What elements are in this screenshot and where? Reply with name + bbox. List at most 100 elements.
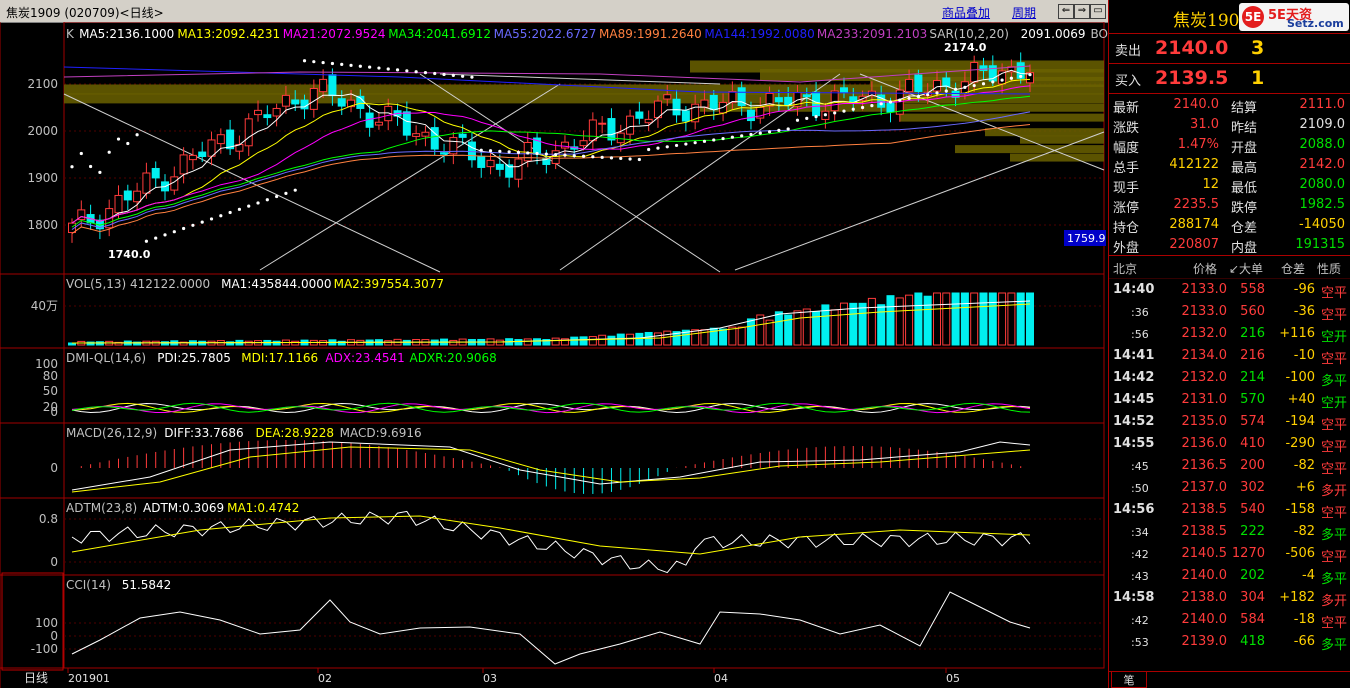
sar-dot: [740, 134, 744, 138]
tick-price: 2133.0: [1181, 282, 1228, 297]
tick-row[interactable]: :34 2138.5 222 -82 多平: [1109, 521, 1350, 543]
quote-value: 2142.0: [1299, 157, 1346, 172]
tick-row[interactable]: 14:56 2138.5 540 -158 空平: [1109, 499, 1350, 521]
volume-at-price-bar: [985, 128, 1104, 137]
sar-dot: [405, 69, 409, 73]
scroll-left-icon[interactable]: ⇐: [1058, 4, 1074, 19]
ticks-header-vol[interactable]: ↙大单: [1229, 260, 1263, 277]
ticks-header-price: 价格: [1193, 262, 1218, 276]
sar-dot: [879, 102, 883, 106]
chart-title: 焦炭1909 (020709)<日线>: [6, 6, 164, 20]
volume-bar: [616, 333, 625, 346]
sar-dot: [423, 71, 428, 75]
tick-row[interactable]: 14:40 2133.0 558 -96 空平: [1109, 279, 1350, 301]
dmi-axis-label: 50: [43, 384, 58, 398]
volume-bar: [719, 328, 728, 346]
tick-nature: 多平: [1320, 374, 1347, 389]
quote-value: 1982.5: [1299, 197, 1346, 212]
tick-row[interactable]: :42 2140.5 1270 -506 空平: [1109, 543, 1350, 565]
tick-volume: 216: [1240, 326, 1265, 341]
tick-nature: 空平: [1320, 440, 1347, 455]
candle-body: [635, 111, 644, 119]
tick-time: :56: [1131, 328, 1149, 341]
tick-row[interactable]: 14:52 2135.0 574 -194 空平: [1109, 411, 1350, 433]
candle-body: [839, 87, 848, 93]
quote-value: 2111.0: [1299, 97, 1346, 112]
logo-domain: Setz.com: [1287, 17, 1344, 30]
sar-dot: [898, 98, 902, 102]
volume-bar: [886, 295, 895, 346]
sar-dot: [442, 72, 446, 77]
tick-price: 2134.0: [1181, 348, 1228, 363]
tick-tab[interactable]: 笔: [1111, 672, 1147, 688]
tick-price: 2132.0: [1181, 370, 1228, 385]
scroll-right-icon[interactable]: ⇒: [1074, 4, 1090, 19]
sar-dot: [637, 157, 641, 162]
sell-price: 2140.0: [1155, 37, 1229, 59]
quote-label: 幅度: [1113, 141, 1140, 156]
high-price-label: 2174.0: [944, 41, 987, 54]
sar-dot: [172, 230, 176, 234]
tick-price: 2139.0: [1181, 634, 1228, 649]
sar-dot: [870, 104, 874, 108]
tick-row[interactable]: :43 2140.0 202 -4 多平: [1109, 565, 1350, 587]
volume-at-price-bar: [1010, 153, 1104, 162]
tick-row[interactable]: :42 2140.0 584 -18 空平: [1109, 609, 1350, 631]
tick-row[interactable]: :56 2132.0 216 +116 空开: [1109, 323, 1350, 345]
period-link[interactable]: 周期: [1012, 4, 1036, 21]
tick-price: 2131.0: [1181, 392, 1228, 407]
indicator-legend-item: 51.5842: [122, 578, 172, 592]
sar-dot: [98, 170, 102, 174]
tick-row[interactable]: 14:45 2131.0 570 +40 空开: [1109, 389, 1350, 411]
date-axis-label: 05: [946, 672, 960, 685]
candle-body: [681, 110, 690, 122]
candle-body: [616, 132, 625, 144]
price-axis-label: 1800: [27, 218, 58, 232]
sar-dot: [526, 151, 530, 155]
volume-bar: [598, 334, 607, 346]
tick-row[interactable]: :45 2136.5 200 -82 空平: [1109, 455, 1350, 477]
candle-body: [830, 90, 839, 112]
volume-bar: [607, 335, 616, 346]
sar-dot: [191, 223, 195, 227]
candle-body: [607, 118, 616, 141]
sar-dot: [479, 148, 483, 152]
volume-bar: [514, 339, 523, 346]
commodity-overlay-link[interactable]: 商品叠加: [942, 4, 990, 21]
candle-body: [802, 94, 811, 98]
candle-body: [588, 119, 597, 142]
tick-row[interactable]: 14:42 2132.0 214 -100 多平: [1109, 367, 1350, 389]
tick-row[interactable]: :50 2137.0 302 +6 多开: [1109, 477, 1350, 499]
candle-body: [672, 98, 681, 116]
sar-dot: [330, 61, 335, 66]
indicator-legend-item: DIFF:33.7686: [164, 426, 243, 440]
adtm-line: [71, 510, 1031, 574]
candle-body: [579, 140, 588, 147]
candle-body: [774, 97, 783, 103]
sar-dot: [805, 116, 809, 121]
tick-volume: 584: [1240, 612, 1265, 627]
tick-position-diff: +116: [1279, 326, 1315, 341]
sar-dot: [600, 155, 604, 159]
tick-row[interactable]: 14:41 2134.0 216 -10 空平: [1109, 345, 1350, 367]
tick-row[interactable]: 14:55 2136.0 410 -290 空平: [1109, 433, 1350, 455]
period-mode-label: 日线: [24, 671, 48, 685]
quote-row: 总手 412122 最高 2142.0: [1109, 157, 1350, 177]
window-icon[interactable]: ▭: [1090, 4, 1106, 19]
tick-row[interactable]: :36 2133.0 560 -36 空平: [1109, 301, 1350, 323]
quote-label: 总手: [1113, 161, 1140, 176]
candle-body: [970, 61, 979, 83]
sar-dot: [572, 154, 576, 158]
kline-chart[interactable]: 2100 2000 1900 1800 2174.0 1740.0 1759.9 K MA5:2…: [0, 22, 1108, 688]
tick-position-diff: +6: [1295, 480, 1315, 495]
sell-row: 卖出 2140.0 3: [1109, 34, 1350, 64]
quote-panel: 焦炭1909( 5E 5E天资 Setz.com 卖出 2140.0 3 买入 …: [1108, 0, 1350, 688]
indicator-legend-item: MA89:1991.2640: [599, 27, 702, 41]
quote-row: 涨停 2235.5 跌停 1982.5: [1109, 197, 1350, 217]
tick-row[interactable]: 14:58 2138.0 304 +182 多开: [1109, 587, 1350, 609]
tick-nature: 多平: [1320, 638, 1347, 653]
sar-dot: [730, 135, 734, 139]
ticks-header: 北京 价格 ↙大单 仓差 性质: [1109, 256, 1350, 279]
sar-dot: [89, 164, 93, 169]
tick-row[interactable]: :53 2139.0 418 -66 多平: [1109, 631, 1350, 653]
